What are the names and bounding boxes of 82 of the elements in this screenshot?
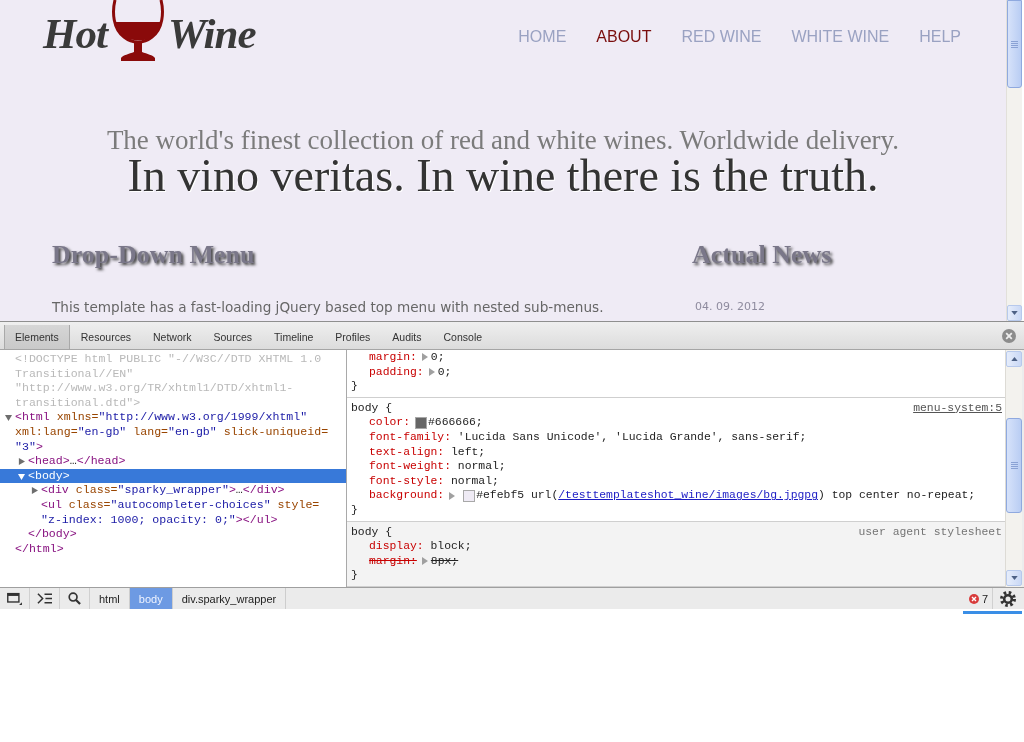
section-heading: Drop-Down Menu: [52, 240, 255, 270]
error-count-button[interactable]: 7: [964, 588, 992, 609]
dom-tree-item[interactable]: <head>…</head>: [0, 454, 346, 469]
property-value: 0;: [430, 350, 445, 365]
tagline: The world's finest collection of red and white wines. Worldwide delivery.: [105, 126, 901, 154]
scrollbar-track[interactable]: [1006, 0, 1022, 321]
panel-tab[interactable]: Console: [432, 325, 494, 349]
panel-tab[interactable]: Sources: [202, 325, 264, 349]
closing-brace: }: [351, 379, 358, 394]
rule-selector: body {: [351, 524, 392, 540]
down-arrow-icon: [1010, 576, 1018, 580]
property-name: padding:: [369, 364, 424, 380]
logo-text: Hot: [43, 12, 107, 56]
window-icon: [7, 592, 22, 605]
dom-tree-item[interactable]: </html>: [0, 541, 346, 557]
property-value: 8px;: [430, 553, 459, 569]
scrollbar-thumb[interactable]: [1007, 0, 1022, 88]
scrollbar-track[interactable]: [1005, 350, 1022, 587]
headline: In vino veritas. In wine there is the truth.: [126, 154, 879, 198]
expand-arrow-icon[interactable]: [428, 367, 435, 376]
closing-brace: }: [351, 568, 358, 583]
source-label: user agent stylesheet: [858, 524, 1002, 540]
property-name: font-family:: [369, 429, 452, 445]
property-value: #666666;: [428, 415, 483, 430]
activity-indicator: [963, 611, 1022, 614]
color-swatch-icon[interactable]: [415, 416, 427, 429]
expand-arrow-icon[interactable]: [18, 457, 25, 465]
property-value: normal;: [451, 473, 499, 489]
section-heading: Actual News: [692, 240, 832, 270]
property-name: font-style:: [369, 473, 445, 489]
dom-tree-item[interactable]: <body>: [0, 468, 346, 484]
breadcrumb[interactable]: html: [90, 588, 130, 609]
url-link[interactable]: /testtemplateshot_wine/images/bg.jpgpg: [558, 489, 818, 502]
property-name: margin:: [369, 350, 417, 365]
console-icon: [37, 592, 52, 605]
dom-tree-item[interactable]: <div class="sparky_wrapper">…</div>: [0, 483, 346, 498]
expand-arrow-icon[interactable]: [421, 353, 428, 362]
property-name: font-weight:: [369, 459, 452, 474]
news-date: 04. 09. 2012: [695, 299, 765, 315]
property-value: #efebf5 url(/testtemplateshot_wine/images/bg.jpgpg) top center no-repeat;: [476, 488, 976, 503]
closing-brace: }: [351, 502, 358, 518]
property-value: normal;: [457, 459, 506, 474]
property-value: 'Lucida Sans Unicode', 'Lucida Grande', sans-serif;: [457, 429, 807, 445]
wine-glass-icon: [110, 0, 165, 61]
dom-tree-item[interactable]: </body>: [0, 527, 346, 542]
property-name: color:: [369, 415, 410, 430]
expand-arrow-icon[interactable]: [31, 487, 38, 495]
dom-tree-item[interactable]: <html xmlns="http://www.w3.org/1999/xhtml" xml:lang="en-gb" lang="en-gb" slick-uniqueid= "3">: [0, 410, 346, 455]
property-value: 0;: [437, 364, 452, 380]
close-icon[interactable]: [1002, 328, 1016, 343]
panel-tab[interactable]: Audits: [381, 325, 433, 349]
color-swatch-icon[interactable]: [463, 489, 476, 502]
property-name: background:: [369, 488, 445, 503]
dom-tree-item[interactable]: <ul class="autocompleter-choices" style= "z-index: 1000; opacity: 0;"></ul>: [0, 497, 346, 528]
panel-tab[interactable]: Resources: [69, 325, 142, 349]
property-name: margin:: [369, 553, 417, 569]
down-arrow-icon: [1011, 311, 1018, 315]
settings-icon: [999, 590, 1016, 607]
expand-arrow-icon[interactable]: [5, 414, 12, 422]
property-value: block;: [430, 539, 472, 554]
up-arrow-icon: [1010, 357, 1018, 361]
logo-text: Wine: [167, 12, 256, 56]
panel-tab[interactable]: Elements: [4, 325, 70, 349]
panel-tab[interactable]: Timeline: [263, 325, 325, 349]
scroll-down-button[interactable]: [1007, 305, 1022, 321]
source-link[interactable]: menu-system:5: [913, 400, 1002, 416]
property-name: display:: [369, 539, 424, 554]
rule-selector: body {: [351, 400, 392, 416]
scroll-down-button[interactable]: [1006, 570, 1022, 586]
property-value: left;: [451, 444, 486, 460]
property-name: text-align:: [369, 444, 445, 460]
nav-link[interactable]: ABOUT: [596, 28, 652, 46]
scroll-up-button[interactable]: [1006, 351, 1022, 367]
expand-arrow-icon[interactable]: [18, 472, 25, 480]
error-icon: [968, 593, 979, 604]
breadcrumb[interactable]: div.sparky_wrapper: [172, 588, 287, 609]
search-icon: [67, 592, 82, 605]
panel-tab[interactable]: Network: [142, 325, 203, 349]
scrollbar-thumb[interactable]: [1006, 418, 1022, 513]
expand-arrow-icon[interactable]: [449, 491, 456, 500]
panel-tab[interactable]: Profiles: [324, 325, 382, 349]
intro-text: This template has a fast-loading jQuery based top menu with nested sub-menus.: [52, 298, 604, 317]
